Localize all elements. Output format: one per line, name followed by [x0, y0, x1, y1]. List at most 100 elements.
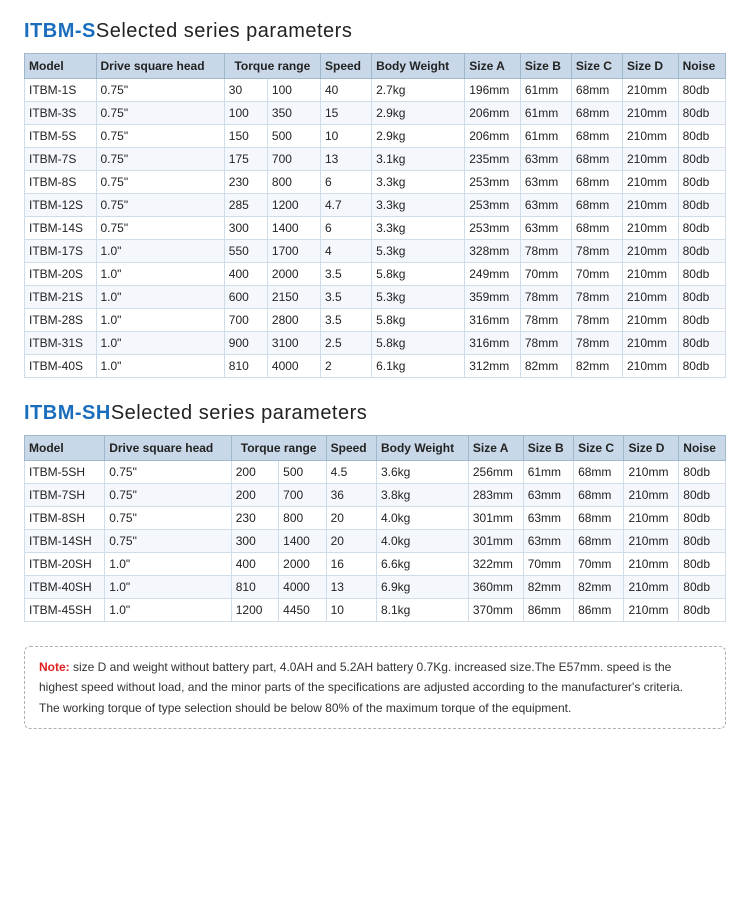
table1-cell: 253mm: [465, 217, 521, 240]
table2-cell: 200: [231, 461, 278, 484]
table1-cell: 1200: [267, 194, 320, 217]
table2-row: ITBM-45SH1.0"12004450108.1kg370mm86mm86m…: [25, 599, 726, 622]
table1-cell: ITBM-40S: [25, 355, 97, 378]
table2-cell: 1400: [279, 530, 326, 553]
table1-cell: 68mm: [571, 125, 622, 148]
table2-cell: 4000: [279, 576, 326, 599]
table1-cell: 2.7kg: [372, 79, 465, 102]
table1-cell: 210mm: [623, 194, 679, 217]
table2-cell: 63mm: [523, 507, 573, 530]
table2-cell: 16: [326, 553, 376, 576]
table2-cell: 256mm: [468, 461, 523, 484]
table1-cell: 175: [224, 148, 267, 171]
table2-cell: 210mm: [624, 530, 679, 553]
table1-cell: 63mm: [520, 217, 571, 240]
table2-cell: 210mm: [624, 553, 679, 576]
col2-sizeA: Size A: [468, 436, 523, 461]
table1-cell: 80db: [678, 355, 725, 378]
table2-cell: 4.0kg: [376, 507, 468, 530]
col-model: Model: [25, 54, 97, 79]
table1-cell: 2.5: [320, 332, 371, 355]
table1-cell: 80db: [678, 102, 725, 125]
table2-cell: 200: [231, 484, 278, 507]
table1-cell: 10: [320, 125, 371, 148]
col2-drive: Drive square head: [105, 436, 232, 461]
table1-cell: 810: [224, 355, 267, 378]
table1-cell: ITBM-28S: [25, 309, 97, 332]
section1-table: Model Drive square head Torque range Spe…: [24, 53, 726, 378]
table1-cell: 210mm: [623, 240, 679, 263]
table1-cell: 3.5: [320, 263, 371, 286]
table2-cell: 80db: [679, 484, 726, 507]
table2-cell: 210mm: [624, 576, 679, 599]
table1-cell: 350: [267, 102, 320, 125]
table1-cell: 100: [267, 79, 320, 102]
table1-cell: 1.0": [96, 263, 224, 286]
col-sizeC: Size C: [571, 54, 622, 79]
table1-cell: 80db: [678, 194, 725, 217]
table2-cell: 810: [231, 576, 278, 599]
table1-cell: 78mm: [571, 240, 622, 263]
table1-cell: 0.75": [96, 102, 224, 125]
table1-cell: 3.3kg: [372, 217, 465, 240]
col2-speed: Speed: [326, 436, 376, 461]
table1-header-row: Model Drive square head Torque range Spe…: [25, 54, 726, 79]
section1-title-normal: Selected series parameters: [96, 20, 352, 42]
table1-cell: 80db: [678, 309, 725, 332]
col-sizeB: Size B: [520, 54, 571, 79]
table1-cell: 2.9kg: [372, 125, 465, 148]
table2-cell: 3.8kg: [376, 484, 468, 507]
table2-cell: 0.75": [105, 484, 232, 507]
table1-cell: 40: [320, 79, 371, 102]
table1-cell: 68mm: [571, 171, 622, 194]
table1-cell: 3.5: [320, 286, 371, 309]
table1-row: ITBM-31S1.0"90031002.55.8kg316mm78mm78mm…: [25, 332, 726, 355]
table1-cell: 1.0": [96, 309, 224, 332]
table1-cell: 6: [320, 171, 371, 194]
table1-cell: 5.3kg: [372, 240, 465, 263]
table1-cell: 328mm: [465, 240, 521, 263]
table1-cell: 700: [267, 148, 320, 171]
col-torque: Torque range: [224, 54, 320, 79]
table1-cell: 80db: [678, 171, 725, 194]
table1-row: ITBM-3S0.75"100350152.9kg206mm61mm68mm21…: [25, 102, 726, 125]
table1-cell: 2800: [267, 309, 320, 332]
table2-cell: 36: [326, 484, 376, 507]
table1-row: ITBM-17S1.0"550170045.3kg328mm78mm78mm21…: [25, 240, 726, 263]
table1-cell: 78mm: [520, 332, 571, 355]
table1-cell: 68mm: [571, 79, 622, 102]
section2-title: ITBM-SHSelected series parameters: [24, 402, 726, 425]
table1-cell: 1.0": [96, 240, 224, 263]
col2-sizeB: Size B: [523, 436, 573, 461]
table1-cell: 80db: [678, 217, 725, 240]
table1-row: ITBM-14S0.75"300140063.3kg253mm63mm68mm2…: [25, 217, 726, 240]
table2-cell: 86mm: [523, 599, 573, 622]
col-sizeA: Size A: [465, 54, 521, 79]
table1-cell: 78mm: [571, 286, 622, 309]
table1-cell: 206mm: [465, 102, 521, 125]
table1-cell: 4000: [267, 355, 320, 378]
table1-cell: 210mm: [623, 355, 679, 378]
table2-cell: 0.75": [105, 507, 232, 530]
table2-cell: 210mm: [624, 461, 679, 484]
table1-body: ITBM-1S0.75"30100402.7kg196mm61mm68mm210…: [25, 79, 726, 378]
table1-cell: 0.75": [96, 194, 224, 217]
table2-cell: ITBM-5SH: [25, 461, 105, 484]
table2-cell: 0.75": [105, 530, 232, 553]
table2-cell: 1.0": [105, 576, 232, 599]
table2-body: ITBM-5SH0.75"2005004.53.6kg256mm61mm68mm…: [25, 461, 726, 622]
table1-row: ITBM-28S1.0"70028003.55.8kg316mm78mm78mm…: [25, 309, 726, 332]
table1-cell: 3.3kg: [372, 171, 465, 194]
table1-cell: 196mm: [465, 79, 521, 102]
table1-cell: 316mm: [465, 332, 521, 355]
table1-cell: 210mm: [623, 263, 679, 286]
table2-cell: 700: [279, 484, 326, 507]
table2-cell: 4.5: [326, 461, 376, 484]
table2-cell: 800: [279, 507, 326, 530]
table2-cell: 0.75": [105, 461, 232, 484]
table1-cell: 206mm: [465, 125, 521, 148]
table1-cell: 61mm: [520, 102, 571, 125]
section1-title-colored: ITBM-S: [24, 20, 96, 42]
table1-cell: 5.8kg: [372, 309, 465, 332]
table1-cell: 210mm: [623, 217, 679, 240]
